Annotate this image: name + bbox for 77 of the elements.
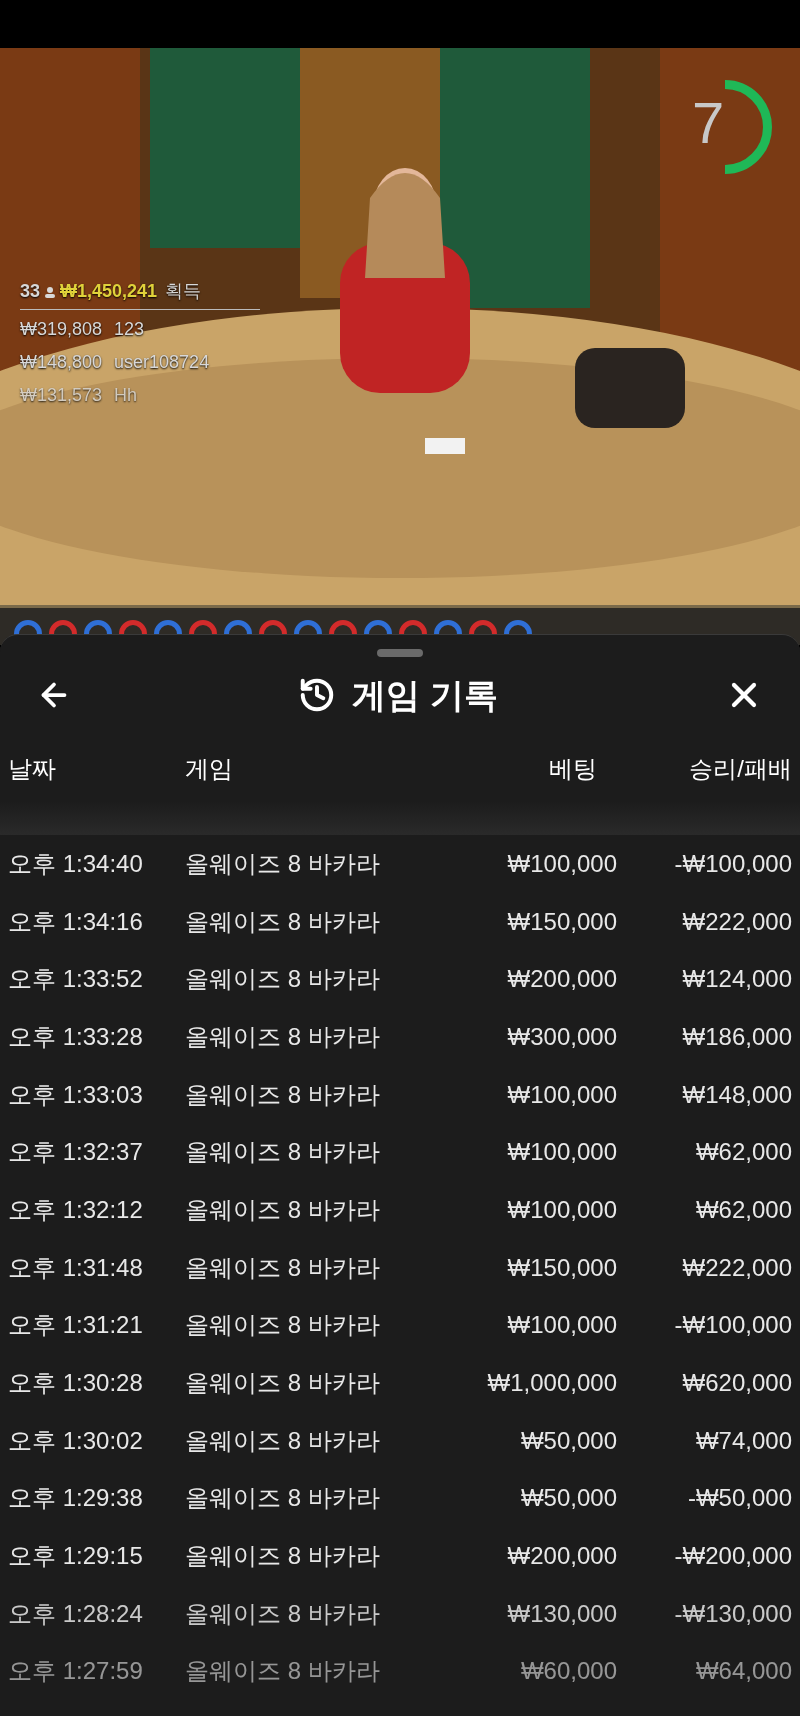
table-cell-text: ₩100,000 [506, 1137, 617, 1168]
table-cell-text: 올웨이즈 8 바카라 [185, 1310, 381, 1341]
table-cell-text: 올웨이즈 8 바카라 [185, 1252, 381, 1283]
table-cell-text: -₩130,000 [673, 1598, 792, 1629]
table-cell-text: ₩50,000 [519, 1425, 617, 1456]
table-cell-text: ₩100,000 [506, 1310, 617, 1341]
table-cell-text: 오후 1:34:16 [8, 906, 144, 937]
table-cell-text: 올웨이즈 8 바카라 [185, 1656, 381, 1687]
winner-amount: ₩148,800 [20, 351, 103, 374]
table-cell-text: ₩124,000 [681, 964, 792, 995]
table-cell-text: 오후 1:33:52 [8, 964, 144, 995]
table-cell-text: 올웨이즈 8 바카라 [185, 964, 381, 995]
table-cell-text: ₩50,000 [519, 1483, 617, 1514]
table-cell-text: 올웨이즈 8 바카라 [185, 1541, 381, 1572]
table-cell-text: ₩300,000 [506, 1021, 617, 1052]
column-header: 게임 [185, 754, 234, 784]
table-cell-text: ₩620,000 [681, 1368, 792, 1399]
winner-name: Hh [114, 384, 138, 407]
table-cell-text: -₩200,000 [673, 1541, 792, 1572]
drag-handle[interactable] [377, 649, 423, 657]
table-cell-text: ₩100,000 [506, 1194, 617, 1225]
table-cell-text: ₩100,000 [506, 848, 617, 879]
table-cell-text: ₩200,000 [506, 964, 617, 995]
sheet-title: 게임 기록 [352, 674, 498, 716]
table-cell-text: 오후 1:33:28 [8, 1021, 144, 1052]
table-cell-text: 올웨이즈 8 바카라 [185, 1021, 381, 1052]
total-winnings: ₩1,450,241 [60, 280, 158, 303]
column-header: 날짜 [8, 754, 57, 784]
winner-name: user108724 [114, 351, 210, 374]
table-cell-text: 오후 1:31:21 [8, 1310, 144, 1341]
table-cell-text: ₩64,000 [694, 1656, 792, 1687]
winner-amount: ₩319,808 [20, 318, 103, 341]
table-cell-text: 올웨이즈 8 바카라 [185, 1079, 381, 1110]
table-cell-text: -₩50,000 [686, 1483, 792, 1514]
table-cell-text: 올웨이즈 8 바카라 [185, 1425, 381, 1456]
table-cell-text: 올웨이즈 8 바카라 [185, 1194, 381, 1225]
table-cell-text: 오후 1:34:40 [8, 848, 144, 879]
table-cell-text: 올웨이즈 8 바카라 [185, 1368, 381, 1399]
table-cell-text: -₩100,000 [673, 848, 792, 879]
table-cell-text: ₩200,000 [506, 1541, 617, 1572]
column-header: 승리/패배 [688, 754, 792, 784]
table-cell-text: 올웨이즈 8 바카라 [185, 906, 381, 937]
table-cell-text: 올웨이즈 8 바카라 [185, 848, 381, 879]
table-cell-text: ₩130,000 [506, 1598, 617, 1629]
table-cell-text: -₩100,000 [673, 1310, 792, 1341]
table-cell-text: 오후 1:27:59 [8, 1656, 144, 1687]
table-cell-text: ₩186,000 [681, 1021, 792, 1052]
table-cell-text: 오후 1:29:15 [8, 1541, 144, 1572]
table-cell-text: ₩1,000,000 [486, 1368, 617, 1399]
winnings-label: 획득 [165, 280, 202, 303]
table-cell-text: 올웨이즈 8 바카라 [185, 1483, 381, 1514]
table-cell-text: ₩60,000 [519, 1656, 617, 1687]
table-cell-text: ₩222,000 [681, 906, 792, 937]
table-cell-text: ₩150,000 [506, 906, 617, 937]
table-cell-text: 오후 1:32:12 [8, 1194, 144, 1225]
table-cell-text: 오후 1:33:03 [8, 1079, 144, 1110]
table-cell-text: ₩74,000 [694, 1425, 792, 1456]
winner-name: 123 [114, 318, 145, 341]
table-cell-text: ₩148,000 [681, 1079, 792, 1110]
table-cell-text: 오후 1:29:38 [8, 1483, 144, 1514]
table-cell-text: 올웨이즈 8 바카라 [185, 1137, 381, 1168]
table-cell-text: ₩62,000 [694, 1137, 792, 1168]
table-cell-text: 오후 1:28:24 [8, 1598, 144, 1629]
table-cell-text: 오후 1:30:02 [8, 1425, 144, 1456]
person-icon [44, 285, 57, 298]
table-cell-text: 오후 1:30:28 [8, 1368, 144, 1399]
winner-amount: ₩131,573 [20, 384, 103, 407]
table-cell-text: ₩150,000 [506, 1252, 617, 1283]
table-cell-text: 오후 1:32:37 [8, 1137, 144, 1168]
table-cell-text: ₩62,000 [694, 1194, 792, 1225]
table-cell-text: 오후 1:31:48 [8, 1252, 144, 1283]
table-cell-text: 올웨이즈 8 바카라 [185, 1598, 381, 1629]
table-cell-text: ₩222,000 [681, 1252, 792, 1283]
table-cell-text: ₩100,000 [506, 1079, 617, 1110]
column-header: 베팅 [548, 754, 598, 784]
countdown-number: 7 [692, 94, 725, 152]
player-count: 33 [20, 280, 41, 303]
